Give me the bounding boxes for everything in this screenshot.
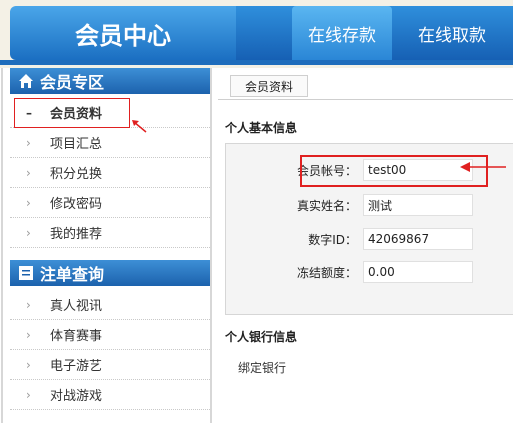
sidebar-item-label: 积分兑换 (50, 167, 103, 182)
sidebar-item-my-referrals[interactable]: › 我的推荐 (10, 218, 210, 248)
basic-info-title: 个人基本信息 (225, 121, 298, 135)
sidebar-item-points-exchange[interactable]: › 积分兑换 (10, 158, 210, 188)
sidebar-item-live-casino[interactable]: › 真人视讯 (10, 290, 210, 320)
brand-title: 会员中心 (10, 6, 236, 60)
main-content: 会员资料 个人基本信息 会员帐号： test00 真实姓名： 测试 数字ID： … (213, 68, 513, 423)
sidebar-item-label: 对战游戏 (50, 389, 103, 404)
annotation-arrow-icon (130, 118, 148, 138)
field-numeric-id: 数字ID： 42069867 (291, 227, 473, 251)
frozen-amount-value: 0.00 (363, 261, 473, 283)
chevron-right-icon: › (26, 165, 31, 180)
tab-online-withdraw[interactable]: 在线取款 (402, 6, 502, 60)
sidebar-item-label: 项目汇总 (50, 137, 103, 152)
section-header-bet-query: 注单查询 (10, 260, 210, 286)
annotation-arrow-icon (460, 160, 508, 178)
home-icon (18, 73, 36, 89)
chevron-right-icon: › (26, 195, 31, 210)
sidebar-item-change-password[interactable]: › 修改密码 (10, 188, 210, 218)
field-real-name: 真实姓名： 测试 (291, 193, 473, 217)
chevron-right-icon: › (26, 225, 31, 240)
list-icon (18, 265, 36, 281)
sidebar-item-label: 体育赛事 (50, 329, 103, 344)
chevron-right-icon: › (26, 327, 31, 342)
sidebar-item-label: 我的推荐 (50, 227, 103, 242)
real-name-value: 测试 (363, 194, 473, 216)
numeric-id-value: 42069867 (363, 228, 473, 250)
header-divider (0, 60, 513, 65)
left-border (1, 68, 3, 423)
chevron-right-icon: › (26, 135, 31, 150)
tab-divider (218, 99, 513, 100)
sidebar-item-label: 电子游艺 (50, 359, 103, 374)
sidebar-item-battle-games[interactable]: › 对战游戏 (10, 380, 210, 410)
bound-bank-label: 绑定银行 (238, 361, 287, 375)
top-nav: 在线存款 在线取款 (236, 6, 513, 60)
chevron-right-icon: › (26, 297, 31, 312)
sidebar-item-project-summary[interactable]: › 项目汇总 (10, 128, 210, 158)
section-header-member: 会员专区 (10, 68, 210, 94)
field-label: 冻结额度： (296, 265, 357, 280)
field-label: 数字ID： (308, 232, 357, 247)
tab-member-profile[interactable]: 会员资料 (230, 75, 308, 97)
chevron-right-icon: › (26, 387, 31, 402)
sidebar-divider (210, 68, 212, 423)
section-title-member: 会员专区 (40, 73, 105, 92)
sidebar-item-sports[interactable]: › 体育赛事 (10, 320, 210, 350)
sidebar-item-label: 修改密码 (50, 197, 103, 212)
chevron-right-icon: › (26, 357, 31, 372)
section-title-bet-query: 注单查询 (40, 265, 105, 284)
top-header: 会员中心 在线存款 在线取款 (0, 0, 513, 68)
sidebar-item-label: 真人视讯 (50, 299, 103, 314)
bank-info-title: 个人银行信息 (225, 330, 298, 344)
annotation-highlight-box (14, 98, 130, 128)
tab-online-deposit[interactable]: 在线存款 (292, 6, 392, 60)
sidebar-item-slots[interactable]: › 电子游艺 (10, 350, 210, 380)
field-frozen-amount: 冻结额度： 0.00 (291, 260, 473, 284)
field-label: 真实姓名： (296, 198, 357, 213)
